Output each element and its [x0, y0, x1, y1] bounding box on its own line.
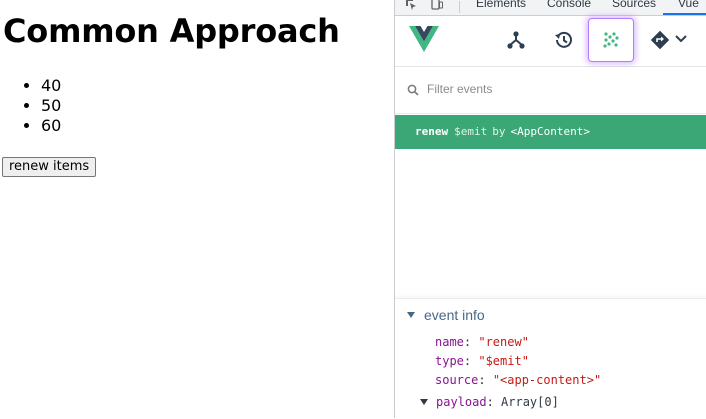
info-field-payload[interactable]: payload: Array[0]	[420, 394, 559, 410]
event-component: <AppContent>	[510, 125, 590, 138]
caret-down-icon	[407, 312, 415, 318]
items-list: 40 50 60	[0, 76, 61, 136]
event-info-panel: event info name: "renew" type: "$emit" s…	[395, 298, 706, 419]
event-name: renew	[415, 125, 449, 138]
list-item: 60	[41, 116, 61, 136]
list-item: 50	[41, 96, 61, 116]
tab-sources[interactable]: Sources	[612, 0, 656, 10]
list-item: 40	[41, 76, 61, 96]
info-field-source: source: "<app-content>"	[435, 373, 602, 387]
timeline-icon	[555, 31, 572, 48]
tab-console[interactable]: Console	[547, 0, 591, 10]
events-button[interactable]	[588, 18, 634, 62]
events-icon	[603, 32, 619, 48]
renew-items-button[interactable]: renew items	[2, 157, 97, 177]
field-value: "<app-content>"	[492, 373, 602, 387]
page-title: Common Approach	[3, 12, 340, 50]
tab-vue[interactable]: Vue	[678, 0, 699, 10]
event-info-toggle[interactable]: event info	[407, 307, 485, 323]
field-key: name	[435, 335, 464, 349]
devtools-panel: Elements Console Sources Vue Filter even…	[394, 0, 706, 419]
event-row[interactable]: renew $emit by <AppContent>	[395, 115, 706, 149]
info-field-name: name: "renew"	[435, 335, 529, 349]
inspect-element-icon[interactable]	[405, 0, 417, 10]
vue-devtools-toolbar	[395, 16, 706, 67]
device-toolbar-icon[interactable]	[431, 0, 443, 10]
router-icon	[650, 30, 670, 50]
search-icon	[407, 84, 419, 96]
tab-elements[interactable]: Elements	[476, 0, 526, 10]
component-tree-icon	[507, 31, 525, 49]
field-value: Array[0]	[501, 395, 559, 409]
devtools-tab-bar: Elements Console Sources Vue	[395, 0, 706, 16]
tab-separator	[459, 1, 460, 13]
timeline-button[interactable]	[541, 18, 587, 62]
caret-down-icon	[420, 399, 428, 405]
field-value: "renew"	[478, 335, 529, 349]
vue-logo-icon	[409, 26, 439, 52]
event-by-label: by	[492, 125, 506, 138]
event-type: $emit	[454, 125, 488, 138]
component-tree-button[interactable]	[493, 18, 539, 62]
active-tab-indicator	[663, 13, 706, 15]
chevron-down-icon[interactable]	[675, 34, 687, 44]
field-key: payload	[436, 395, 487, 409]
field-key: source	[435, 373, 479, 387]
event-info-heading: event info	[424, 307, 485, 323]
info-field-type: type: "$emit"	[435, 354, 529, 368]
field-value: "$emit"	[478, 354, 529, 368]
field-key: type	[435, 354, 464, 368]
filter-events-input[interactable]	[423, 79, 691, 99]
app-page: Common Approach 40 50 60 renew items	[0, 0, 394, 418]
filter-bar	[395, 67, 706, 114]
